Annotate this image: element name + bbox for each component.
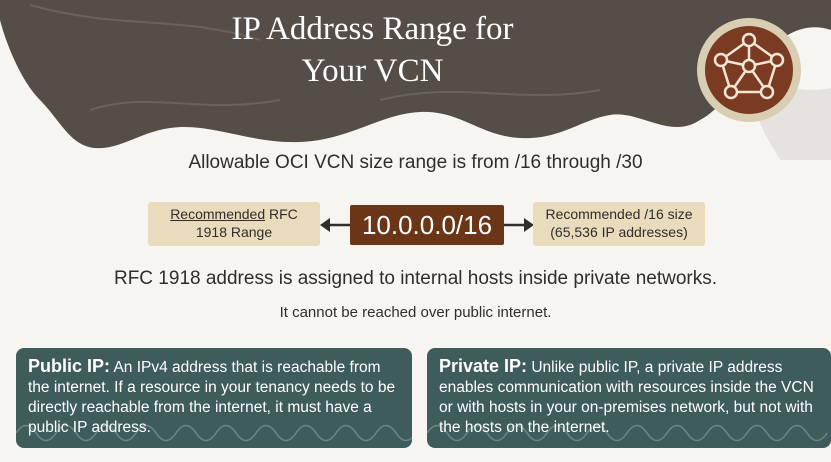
rfc-note: RFC 1918 address is assigned to internal… — [113, 268, 718, 289]
size-pill: Recommended /16 size (65,536 IP addresse… — [533, 202, 705, 246]
rfc-subnote: It cannot be reached over public interne… — [279, 304, 552, 321]
right-arrow-icon — [504, 218, 534, 232]
public-ip-label: Public IP: — [28, 356, 111, 376]
rfc-range-pill: Recommended RFC 1918 Range — [148, 202, 320, 246]
size-range-text: Allowable OCI VCN size range is from /16… — [188, 152, 643, 173]
left-arrow-icon — [320, 218, 350, 232]
vcn-badge — [697, 18, 801, 122]
public-ip-card: Public IP: An IPv4 address that is reach… — [16, 348, 412, 448]
vcn-network-icon — [713, 32, 785, 100]
page-title: IP Address Range for Your VCN — [231, 11, 514, 89]
cidr-block: 10.0.0.0/16 — [350, 205, 504, 245]
recommended-underlined: Recommended — [170, 206, 266, 222]
private-ip-card: Private IP: Unlike public IP, a private … — [427, 348, 831, 448]
private-ip-label: Private IP: — [439, 356, 528, 376]
